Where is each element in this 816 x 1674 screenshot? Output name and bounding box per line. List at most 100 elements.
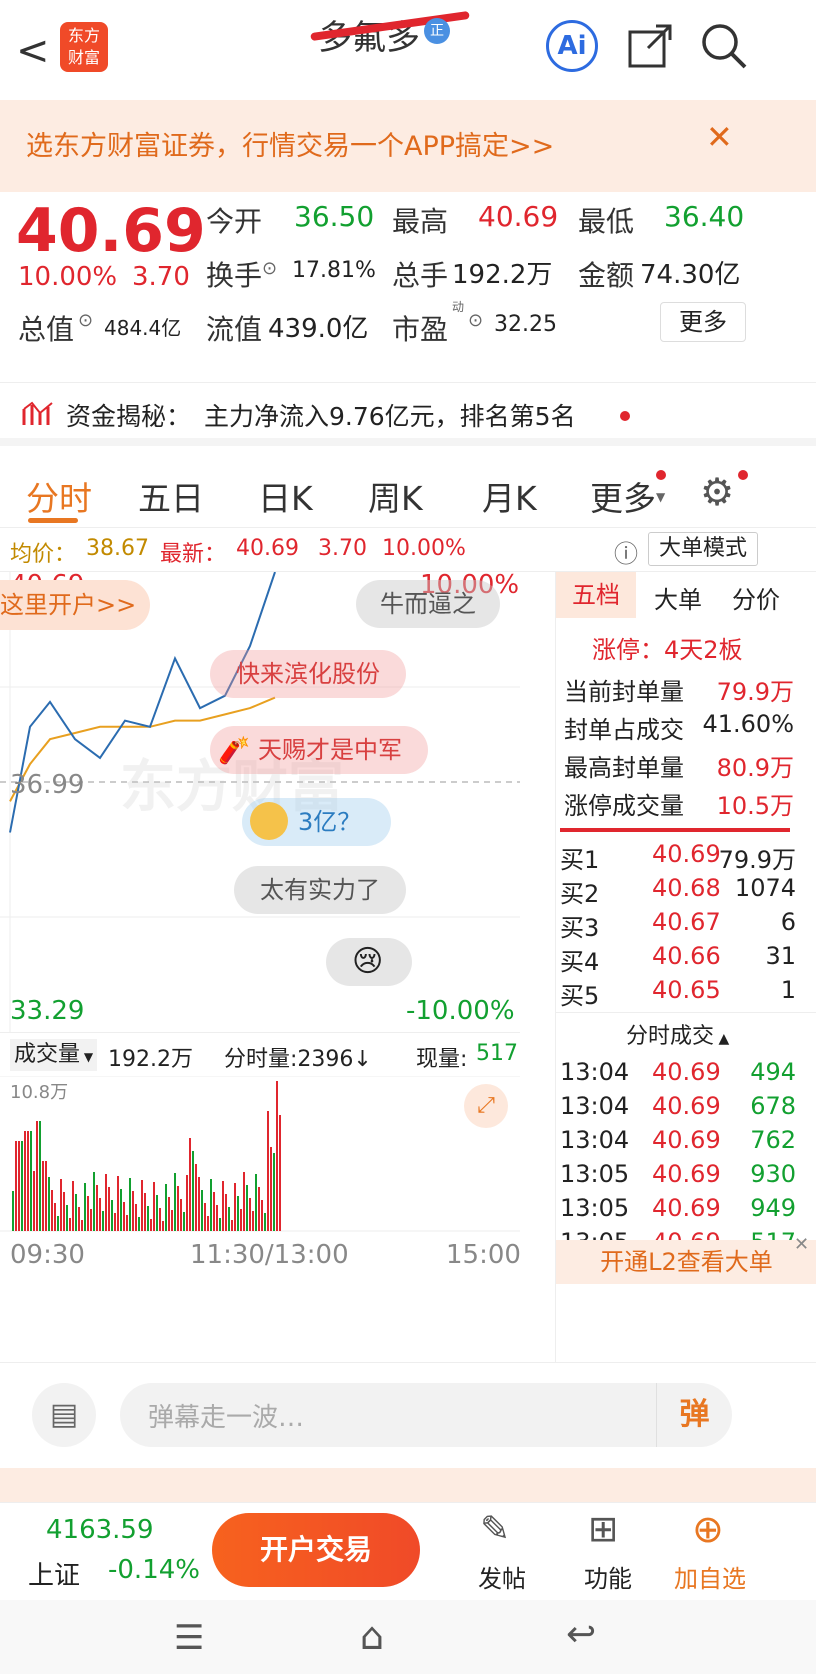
- volume-bar: [255, 1174, 257, 1231]
- comment-input[interactable]: 弹幕走一波… 弹: [120, 1383, 732, 1447]
- bottom-price: 33.29: [10, 996, 85, 1026]
- badge: 正: [424, 18, 450, 44]
- latest-pct: 10.00%: [382, 536, 466, 561]
- volume-bar: [249, 1198, 251, 1231]
- top-bar: < 东方 财富 多氟多 正 Ai: [0, 0, 816, 100]
- tab-weekly-k[interactable]: 周K: [368, 472, 423, 520]
- volume-bar: [21, 1141, 23, 1231]
- trade-time: 13:04: [560, 1126, 630, 1154]
- price: 40.69: [16, 196, 206, 266]
- post-label[interactable]: 发帖: [478, 1559, 526, 1594]
- notice-dot: [620, 411, 630, 421]
- trade-button[interactable]: 开户交易: [212, 1513, 420, 1587]
- bid-qty: 1074: [734, 874, 796, 902]
- fund-flow-bar[interactable]: 资金揭秘： 主力净流入9.76亿元，排名第5名: [0, 382, 816, 446]
- volume-label: 总手: [392, 259, 449, 292]
- menu-icon[interactable]: ☰: [174, 1618, 204, 1658]
- trade-price: 40.69: [652, 1194, 721, 1222]
- volume-bar: [42, 1161, 44, 1231]
- volume-bar: [78, 1207, 80, 1231]
- close-icon[interactable]: ✕: [794, 1234, 809, 1255]
- chart-icon: [22, 401, 53, 425]
- now-volume-label: 现量:: [416, 1047, 468, 1072]
- trades-title[interactable]: 分时成交 ▲: [626, 1018, 729, 1050]
- volume-bar: [183, 1212, 185, 1231]
- help-icon[interactable]: ⓘ: [614, 534, 638, 569]
- float-value: 439.0亿: [268, 314, 369, 344]
- tab-5day[interactable]: 五日: [138, 472, 204, 520]
- ai-button[interactable]: Ai: [546, 20, 598, 72]
- close-icon[interactable]: ✕: [706, 118, 733, 156]
- l2-promo[interactable]: 开通L2查看大单: [556, 1240, 816, 1284]
- volume-bar: [195, 1164, 197, 1231]
- volume-bar: [267, 1111, 269, 1231]
- edit-icon[interactable]: ✎: [480, 1509, 510, 1550]
- tab-five-levels[interactable]: 五档: [556, 572, 636, 618]
- function-label[interactable]: 功能: [584, 1559, 632, 1594]
- tab-daily-k[interactable]: 日K: [258, 472, 313, 520]
- tab-more[interactable]: 更多: [590, 472, 656, 520]
- chevron-down-icon: ▼: [656, 490, 666, 504]
- add-icon[interactable]: ⊕: [692, 1507, 724, 1551]
- send-danmu-button[interactable]: 弹: [656, 1383, 732, 1447]
- change-pct: 10.00%: [18, 262, 118, 292]
- volume-bars: [0, 1076, 520, 1232]
- volume-bar: [162, 1221, 164, 1231]
- back-nav-icon[interactable]: ↩: [566, 1614, 596, 1655]
- tab-monthly-k[interactable]: 月K: [482, 472, 537, 520]
- latest-value: 40.69: [236, 536, 299, 561]
- back-icon[interactable]: <: [16, 28, 50, 74]
- volume-bar: [117, 1176, 119, 1231]
- volume-bar: [201, 1190, 203, 1231]
- volume-bar: [270, 1147, 272, 1231]
- time-label: 11:30/13:00: [190, 1240, 349, 1270]
- amount-value: 74.30亿: [640, 260, 741, 290]
- volume-selector[interactable]: 成交量 ▼: [10, 1039, 98, 1071]
- danmu-settings-icon[interactable]: ▤: [32, 1383, 96, 1447]
- open-value: 36.50: [294, 200, 375, 233]
- promo-banner[interactable]: 选东方财富证券，行情交易一个APP搞定>> ✕: [0, 100, 816, 192]
- firecracker-icon: 🧨: [218, 736, 251, 766]
- volume-bar: [174, 1173, 176, 1231]
- info-icon[interactable]: ⊙: [262, 258, 277, 279]
- volume-label: 成交量: [14, 1042, 81, 1067]
- expand-icon[interactable]: ⤢: [464, 1084, 508, 1128]
- search-icon[interactable]: [700, 22, 748, 70]
- volume-bar: [75, 1194, 77, 1231]
- volume-bar: [159, 1208, 161, 1231]
- volume-bar: [87, 1196, 89, 1231]
- volume-bar: [69, 1218, 71, 1231]
- share-icon[interactable]: [626, 22, 674, 70]
- bid-qty: 79.9万: [718, 846, 796, 874]
- avg-label: 均价：: [10, 542, 77, 567]
- open-account-tip[interactable]: 这里开户>>: [0, 580, 150, 630]
- gear-icon[interactable]: ⚙: [700, 470, 734, 514]
- intraday-chart[interactable]: 东方财富 40.69 10.00% 36.99 33.29 -10.00% 这里…: [0, 570, 555, 1280]
- volume-bar: [105, 1174, 107, 1231]
- tick-volume: 分时量:2396↓: [224, 1047, 372, 1072]
- tab-large-orders[interactable]: 大单: [654, 580, 702, 615]
- trade-price: 40.69: [652, 1126, 721, 1154]
- open-label: 今开: [206, 205, 263, 238]
- large-order-mode-button[interactable]: 大单模式: [648, 532, 758, 566]
- bid-row: 买2 40.68 1074: [560, 874, 796, 908]
- volume-bar: [189, 1138, 191, 1231]
- volume-bar: [186, 1175, 188, 1231]
- bid-qty: 6: [780, 908, 796, 936]
- volume-bar: [120, 1189, 122, 1231]
- grid-icon[interactable]: ⊞: [588, 1509, 618, 1550]
- tab-price-dist[interactable]: 分价: [732, 580, 780, 615]
- more-button[interactable]: 更多: [660, 302, 746, 342]
- volume-bar: [51, 1190, 53, 1231]
- divider: [560, 828, 790, 832]
- bid-qty: 1: [780, 976, 796, 1004]
- info-icon[interactable]: ⊙: [78, 310, 93, 331]
- stat-value: 79.9万: [716, 678, 794, 706]
- volume-bar: [15, 1141, 17, 1231]
- add-watchlist-label[interactable]: 加自选: [674, 1559, 746, 1594]
- volume-bar: [231, 1220, 233, 1231]
- info-icon[interactable]: ⊙: [468, 310, 483, 331]
- home-icon[interactable]: ⌂: [360, 1614, 384, 1658]
- volume-bar: [264, 1213, 266, 1231]
- tab-intraday[interactable]: 分时: [26, 472, 92, 520]
